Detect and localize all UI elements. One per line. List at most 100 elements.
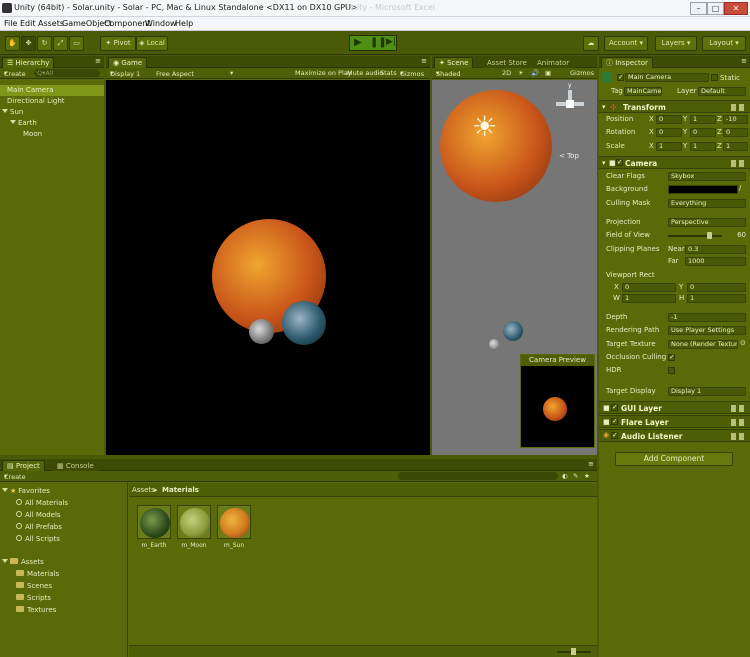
flare-layer-checkbox[interactable]: ✓ bbox=[611, 418, 618, 425]
settings-gear-icon[interactable] bbox=[739, 419, 744, 426]
hand-tool-icon[interactable]: ✋ bbox=[5, 36, 20, 51]
layer-dropdown[interactable]: Default bbox=[698, 87, 746, 96]
panel-menu-icon[interactable]: ≡ bbox=[95, 57, 101, 65]
tab-inspector[interactable]: ⓘ Inspector bbox=[601, 57, 653, 68]
rotation-x-field[interactable]: 0 bbox=[656, 128, 682, 137]
panel-menu-icon[interactable]: ≡ bbox=[421, 57, 427, 65]
lighting-toggle-icon[interactable]: ☀ bbox=[518, 69, 524, 77]
rect-tool-icon[interactable]: ▭ bbox=[69, 36, 84, 51]
object-picker-icon[interactable]: ⊙ bbox=[740, 339, 746, 347]
menu-window[interactable]: Window bbox=[145, 19, 177, 28]
menu-edit[interactable]: Edit bbox=[20, 19, 36, 28]
settings-gear-icon[interactable] bbox=[739, 104, 744, 111]
folder-materials[interactable]: Materials bbox=[0, 569, 127, 580]
folder-textures[interactable]: Textures bbox=[0, 605, 127, 616]
menu-help[interactable]: Help bbox=[175, 19, 193, 28]
tab-scene[interactable]: ✦ Scene bbox=[434, 57, 474, 68]
mute-audio-toggle[interactable]: Mute audio bbox=[347, 69, 383, 77]
thumbnail-size-handle[interactable] bbox=[571, 648, 576, 655]
add-component-button[interactable]: Add Component bbox=[615, 452, 733, 466]
fov-slider-handle[interactable] bbox=[707, 232, 712, 239]
display-dropdown[interactable]: Display 1 ▾ bbox=[110, 69, 140, 78]
menu-file[interactable]: File bbox=[4, 19, 17, 28]
tab-game[interactable]: ◉ Game bbox=[108, 57, 148, 68]
asset-tile[interactable]: m_Sun bbox=[217, 505, 253, 563]
hierarchy-item-directional-light[interactable]: Directional Light bbox=[0, 96, 104, 107]
fov-slider-track[interactable] bbox=[668, 235, 722, 237]
rotation-y-field[interactable]: 0 bbox=[690, 128, 716, 137]
scene-gizmos-dropdown[interactable]: Gizmos bbox=[570, 69, 594, 77]
folder-scripts[interactable]: Scripts bbox=[0, 593, 127, 604]
pivot-toggle[interactable]: ✦ Pivot bbox=[100, 36, 136, 51]
help-icon[interactable] bbox=[731, 160, 736, 167]
target-texture-field[interactable]: None (Render Texture) bbox=[668, 340, 738, 349]
aspect-arrow-icon[interactable]: ▾ bbox=[230, 69, 233, 77]
viewport-y-field[interactable]: 0 bbox=[687, 283, 746, 292]
flare-layer-header[interactable]: ■ ✓ Flare Layer bbox=[599, 415, 750, 428]
toggle-2d[interactable]: 2D bbox=[502, 69, 511, 77]
depth-field[interactable]: -1 bbox=[668, 313, 746, 322]
far-field[interactable]: 1000 bbox=[685, 257, 746, 266]
position-z-field[interactable]: -10 bbox=[723, 115, 748, 124]
effects-toggle-icon[interactable]: ▣ bbox=[545, 69, 551, 77]
favorite-star-icon[interactable]: ★ bbox=[584, 472, 590, 480]
hierarchy-create-dropdown[interactable]: Create ▾ bbox=[4, 69, 26, 78]
breadcrumb-assets[interactable]: Assets bbox=[132, 486, 155, 494]
directional-light-icon[interactable]: ☀ bbox=[472, 110, 497, 143]
project-search-input[interactable] bbox=[398, 472, 558, 480]
assets-group[interactable]: Assets bbox=[0, 557, 127, 568]
expand-arrow-icon[interactable] bbox=[2, 109, 8, 113]
close-button[interactable]: ✕ bbox=[724, 2, 748, 15]
help-icon[interactable] bbox=[731, 405, 736, 412]
menu-component[interactable]: Component bbox=[104, 19, 150, 28]
collapse-arrow-icon[interactable]: ▾ bbox=[602, 159, 606, 167]
favorites-group[interactable]: ★ Favorites bbox=[0, 486, 127, 497]
help-icon[interactable] bbox=[731, 104, 736, 111]
stats-toggle[interactable]: Stats bbox=[380, 69, 397, 77]
asset-tile[interactable]: m_Earth bbox=[137, 505, 173, 563]
play-button-icon[interactable]: ▶ bbox=[354, 37, 362, 48]
tag-dropdown[interactable]: MainCamera bbox=[624, 87, 662, 96]
layers-dropdown[interactable]: Layers ▾ bbox=[655, 36, 697, 51]
panel-menu-icon[interactable]: ≡ bbox=[588, 460, 594, 468]
favorite-all-scripts[interactable]: All Scripts bbox=[0, 534, 127, 545]
pause-button-icon[interactable]: ❚❚ bbox=[370, 37, 387, 48]
tab-hierarchy[interactable]: ☰ Hierarchy bbox=[2, 57, 55, 68]
tab-asset-store[interactable]: Asset Store bbox=[482, 57, 532, 68]
expand-arrow-icon[interactable] bbox=[10, 120, 16, 124]
folder-scenes[interactable]: Scenes bbox=[0, 581, 127, 592]
scale-y-field[interactable]: 1 bbox=[690, 142, 716, 151]
favorite-all-prefabs[interactable]: All Prefabs bbox=[0, 522, 127, 533]
hierarchy-item-earth[interactable]: Earth bbox=[0, 118, 104, 129]
hierarchy-item-main-camera[interactable]: Main Camera bbox=[0, 85, 104, 96]
camera-enabled-checkbox[interactable]: ✓ bbox=[616, 159, 623, 166]
expand-arrow-icon[interactable] bbox=[2, 559, 8, 563]
gizmos-dropdown[interactable]: Gizmos ▾ bbox=[400, 69, 424, 78]
target-display-dropdown[interactable]: Display 1 bbox=[668, 387, 746, 396]
move-tool-icon[interactable]: ✥ bbox=[21, 36, 36, 51]
filter-type-icon[interactable]: ◐ bbox=[562, 472, 568, 480]
occlusion-culling-checkbox[interactable]: ✓ bbox=[668, 354, 675, 361]
tab-project[interactable]: ▤ Project bbox=[2, 460, 45, 471]
camera-header[interactable]: ▾ ■ ✓ Camera bbox=[599, 156, 750, 169]
maximize-on-play-toggle[interactable]: Maximize on Play bbox=[295, 69, 352, 77]
scale-tool-icon[interactable]: ⤢ bbox=[53, 36, 68, 51]
settings-gear-icon[interactable] bbox=[739, 405, 744, 412]
rotate-tool-icon[interactable]: ↻ bbox=[37, 36, 52, 51]
step-button-icon[interactable]: ▶| bbox=[386, 37, 396, 47]
projection-dropdown[interactable]: Perspective bbox=[668, 218, 746, 227]
rendering-path-dropdown[interactable]: Use Player Settings bbox=[668, 326, 746, 335]
position-y-field[interactable]: 1 bbox=[690, 115, 716, 124]
background-color-field[interactable] bbox=[668, 185, 738, 194]
culling-mask-dropdown[interactable]: Everything bbox=[668, 199, 746, 208]
settings-gear-icon[interactable] bbox=[739, 433, 744, 440]
tab-console[interactable]: ▦ Console bbox=[52, 460, 99, 471]
favorite-all-models[interactable]: All Models bbox=[0, 510, 127, 521]
help-icon[interactable] bbox=[731, 419, 736, 426]
account-dropdown[interactable]: Account ▾ bbox=[604, 36, 648, 51]
scale-x-field[interactable]: 1 bbox=[656, 142, 682, 151]
game-viewport[interactable] bbox=[106, 80, 430, 455]
cloud-icon[interactable]: ☁ bbox=[583, 36, 599, 51]
scale-z-field[interactable]: 1 bbox=[723, 142, 748, 151]
project-create-dropdown[interactable]: Create ▾ bbox=[4, 472, 26, 481]
